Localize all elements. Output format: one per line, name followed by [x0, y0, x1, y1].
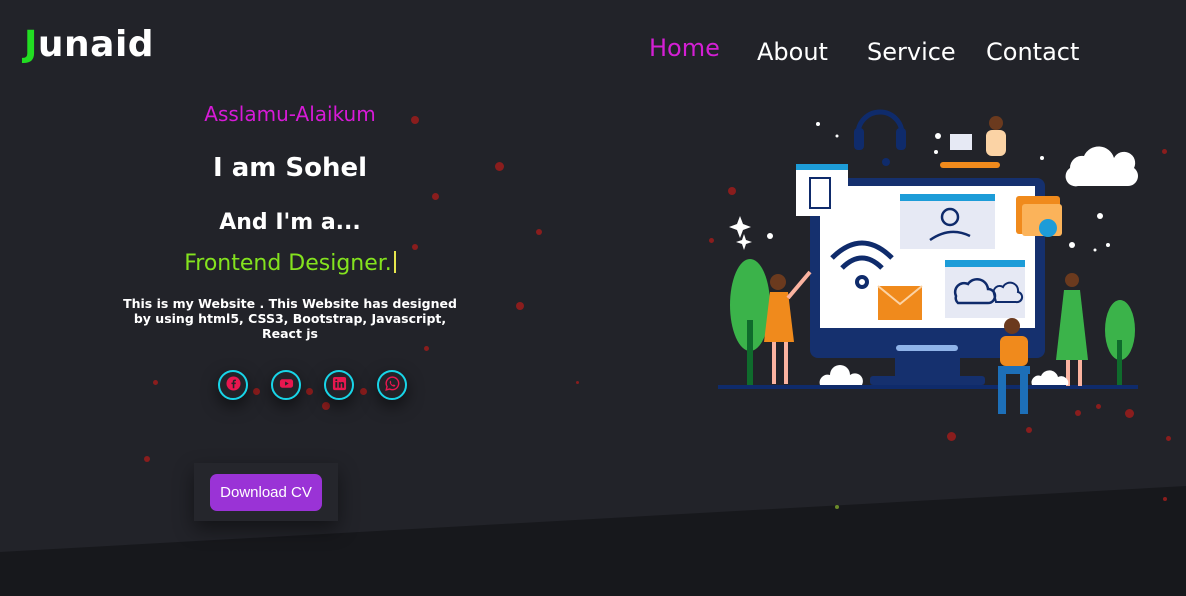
- typing-caret: [393, 251, 396, 273]
- hero-role: Frontend Designer.: [120, 251, 460, 276]
- youtube-link[interactable]: [271, 370, 301, 400]
- nav-about[interactable]: About: [757, 38, 828, 66]
- social-links: [190, 340, 420, 420]
- greeting: Asslamu-Alaikum: [204, 102, 376, 126]
- logo-rest: unaid: [37, 24, 155, 65]
- linkedin-link[interactable]: [324, 370, 354, 400]
- hero-intro: And I'm a...: [219, 210, 361, 235]
- logo-first-letter: J: [24, 24, 38, 65]
- role-text: Frontend Designer.: [184, 251, 392, 276]
- youtube-icon: [279, 376, 294, 395]
- whatsapp-link[interactable]: [377, 370, 407, 400]
- nav-home[interactable]: Home: [649, 34, 720, 62]
- download-cv-button[interactable]: Download CV: [210, 474, 322, 511]
- hero-description: This is my Website . This Website has de…: [123, 296, 457, 341]
- hero-illustration: [718, 109, 1138, 414]
- facebook-link[interactable]: [218, 370, 248, 400]
- logo[interactable]: Junaid: [24, 24, 154, 65]
- hero-name: I am Sohel: [212, 153, 368, 183]
- whatsapp-icon: [384, 375, 400, 395]
- nav-service[interactable]: Service: [867, 38, 956, 66]
- facebook-icon: [225, 375, 241, 395]
- nav-contact[interactable]: Contact: [986, 38, 1079, 66]
- linkedin-icon: [332, 376, 347, 395]
- download-cv-wrapper: Download CV: [194, 463, 338, 521]
